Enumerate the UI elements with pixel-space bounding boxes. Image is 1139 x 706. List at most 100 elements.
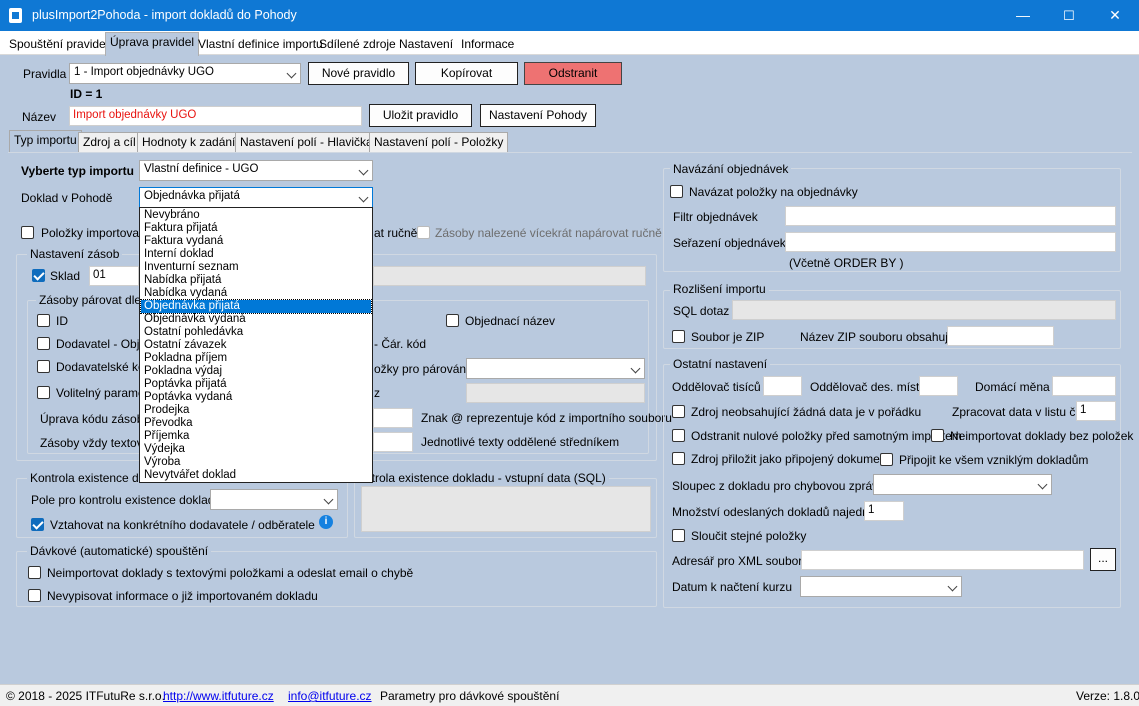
option-objednavka-vydana[interactable]: Objednávka vydaná — [141, 313, 371, 326]
option-vydejka[interactable]: Výdejka — [141, 443, 371, 456]
order-sort-input[interactable] — [785, 232, 1116, 252]
chevron-down-icon — [1037, 479, 1048, 490]
source-ok-label: Zdroj neobsahující žádná data je v pořád… — [691, 405, 922, 419]
option-pokladna-prijem[interactable]: Pokladna příjem — [141, 352, 371, 365]
zip-checkbox[interactable] — [672, 330, 685, 343]
import-type-select[interactable]: Vlastní definice - UGO — [139, 160, 373, 181]
option-prodejka[interactable]: Prodejka — [141, 404, 371, 417]
option-pokladna-vydaj[interactable]: Pokladna výdaj — [141, 365, 371, 378]
option-prijemka[interactable]: Příjemka — [141, 430, 371, 443]
pair-items-label: ožky pro párování — [374, 362, 470, 376]
remove-zero-checkbox[interactable] — [672, 429, 685, 442]
maximize-button[interactable]: ☐ — [1046, 0, 1092, 31]
merge-items-checkbox[interactable] — [672, 529, 685, 542]
sklad-input[interactable]: 01 — [89, 266, 139, 286]
attach-source-checkbox[interactable] — [672, 452, 685, 465]
tab-typ-importu[interactable]: Typ importu — [9, 130, 82, 153]
zip-name-input[interactable] — [947, 326, 1054, 346]
no-items-checkbox[interactable] — [931, 429, 944, 442]
exist-sql-title: ntrola existence dokladu - vstupní data … — [362, 471, 609, 485]
option-interni-doklad[interactable]: Interní doklad — [141, 248, 371, 261]
items-import-checkbox[interactable] — [21, 226, 34, 239]
barcode-label: - Čár. kód — [374, 337, 427, 351]
thousands-sep-input[interactable] — [763, 376, 802, 396]
tab-nastaveni-poli-polozky[interactable]: Nastavení polí - Položky — [369, 132, 509, 152]
batch-1-checkbox[interactable] — [28, 566, 41, 579]
decimal-sep-input[interactable] — [919, 376, 958, 396]
exist-field-select[interactable] — [210, 489, 338, 510]
tab-nastaveni[interactable]: Nastavení — [394, 34, 458, 55]
delete-button[interactable]: Odstranit — [524, 62, 622, 85]
option-ostatni-zavazek[interactable]: Ostatní závazek — [141, 339, 371, 352]
stock-multi-checkbox[interactable] — [417, 226, 430, 239]
process-sheet-input[interactable]: 1 — [1076, 401, 1116, 421]
always-text-input[interactable] — [373, 432, 413, 452]
link-items-checkbox[interactable] — [670, 185, 683, 198]
option-ostatni-pohledavka[interactable]: Ostatní pohledávka — [141, 326, 371, 339]
code-edit-input[interactable] — [373, 408, 413, 428]
items-manual-label: at ručně — [374, 226, 418, 240]
option-faktura-vydana[interactable]: Faktura vydaná — [141, 235, 371, 248]
new-rule-button[interactable]: Nové pravidlo — [308, 62, 409, 85]
pair-supplier-checkbox[interactable] — [37, 337, 50, 350]
exist-supplier-checkbox[interactable] — [31, 518, 44, 531]
batch-count-input[interactable]: 1 — [864, 501, 904, 521]
batch-1-label: Neimportovat doklady s textovými položka… — [47, 566, 414, 580]
option-nabidka-vydana[interactable]: Nabídka vydaná — [141, 287, 371, 300]
tab-sdilene-zdroje[interactable]: Sdílené zdroje — [314, 34, 401, 55]
thousands-sep-label: Oddělovač tisíců — [672, 380, 761, 394]
rate-date-select[interactable] — [800, 576, 962, 597]
optional-param-label: Volitelný parametr — [56, 386, 153, 400]
optional-param-checkbox[interactable] — [37, 386, 50, 399]
order-filter-label: Filtr objednávek — [673, 210, 758, 224]
order-name-checkbox[interactable] — [446, 314, 459, 327]
source-ok-checkbox[interactable] — [672, 405, 685, 418]
option-prevodka[interactable]: Převodka — [141, 417, 371, 430]
order-filter-input[interactable] — [785, 206, 1116, 226]
tab-uprava-pravidel[interactable]: Úprava pravidel — [105, 32, 200, 56]
doc-type-select[interactable]: Objednávka přijatá — [139, 187, 373, 208]
info-icon[interactable]: i — [319, 515, 333, 529]
pair-id-label: ID — [56, 314, 68, 328]
tab-nastaveni-poli-hlavicka[interactable]: Nastavení polí - Hlavička — [235, 132, 378, 152]
tab-vlastni-definice[interactable]: Vlastní definice importu — [193, 34, 328, 55]
copy-button[interactable]: Kopírovat — [415, 62, 518, 85]
tab-hodnoty-k-zadani[interactable]: Hodnoty k zadání — [137, 132, 241, 152]
option-nabidka-prijata[interactable]: Nabídka přijatá — [141, 274, 371, 287]
resolve-title: Rozlišení importu — [670, 282, 769, 296]
option-poptavka-vydana[interactable]: Poptávka vydaná — [141, 391, 371, 404]
tab-zdroj-a-cil[interactable]: Zdroj a cíl — [78, 132, 141, 152]
minimize-button[interactable]: — — [1000, 0, 1046, 31]
home-currency-label: Domácí měna — [975, 380, 1050, 394]
no-items-label: Neimportovat doklady bez položek — [950, 429, 1134, 443]
option-objednavka-prijata[interactable]: Objednávka přijatá — [140, 299, 372, 314]
close-button[interactable]: ✕ — [1092, 0, 1138, 31]
browse-button[interactable]: ... — [1090, 548, 1116, 571]
save-rule-button[interactable]: Uložit pravidlo — [369, 104, 472, 127]
option-inventurni-seznam[interactable]: Inventurní seznam — [141, 261, 371, 274]
website-link[interactable]: http://www.itfuture.cz — [163, 689, 274, 703]
option-faktura-prijata[interactable]: Faktura přijatá — [141, 222, 371, 235]
rule-select[interactable]: 1 - Import objednávky UGO — [69, 63, 301, 84]
option-nevybrano[interactable]: Nevybráno — [141, 209, 371, 222]
sklad-checkbox[interactable] — [32, 269, 45, 282]
remove-zero-label: Odstranit nulové položky před samotným i… — [691, 429, 962, 443]
option-nevytvaret-doklad[interactable]: Nevytvářet doklad — [141, 469, 371, 482]
batch-2-checkbox[interactable] — [28, 589, 41, 602]
rule-name-input[interactable]: Import objednávky UGO — [69, 106, 362, 126]
pohoda-settings-button[interactable]: Nastavení Pohody — [480, 104, 596, 127]
email-link[interactable]: info@itfuture.cz — [288, 689, 372, 703]
pair-supplier-code-checkbox[interactable] — [37, 360, 50, 373]
pair-id-checkbox[interactable] — [37, 314, 50, 327]
pair-items-select[interactable] — [466, 358, 645, 379]
name-label: Název — [22, 110, 57, 124]
attach-all-checkbox[interactable] — [880, 453, 893, 466]
batch-params-link[interactable]: Parametry pro dávkové spouštění — [380, 689, 559, 703]
home-currency-input[interactable] — [1052, 376, 1116, 396]
xml-dir-input[interactable] — [801, 550, 1084, 570]
error-column-select[interactable] — [873, 474, 1052, 495]
tab-informace[interactable]: Informace — [456, 34, 519, 55]
option-vyroba[interactable]: Výroba — [141, 456, 371, 469]
option-poptavka-prijata[interactable]: Poptávka přijatá — [141, 378, 371, 391]
tab-spousteni-pravidel[interactable]: Spouštění pravidel — [4, 34, 113, 55]
